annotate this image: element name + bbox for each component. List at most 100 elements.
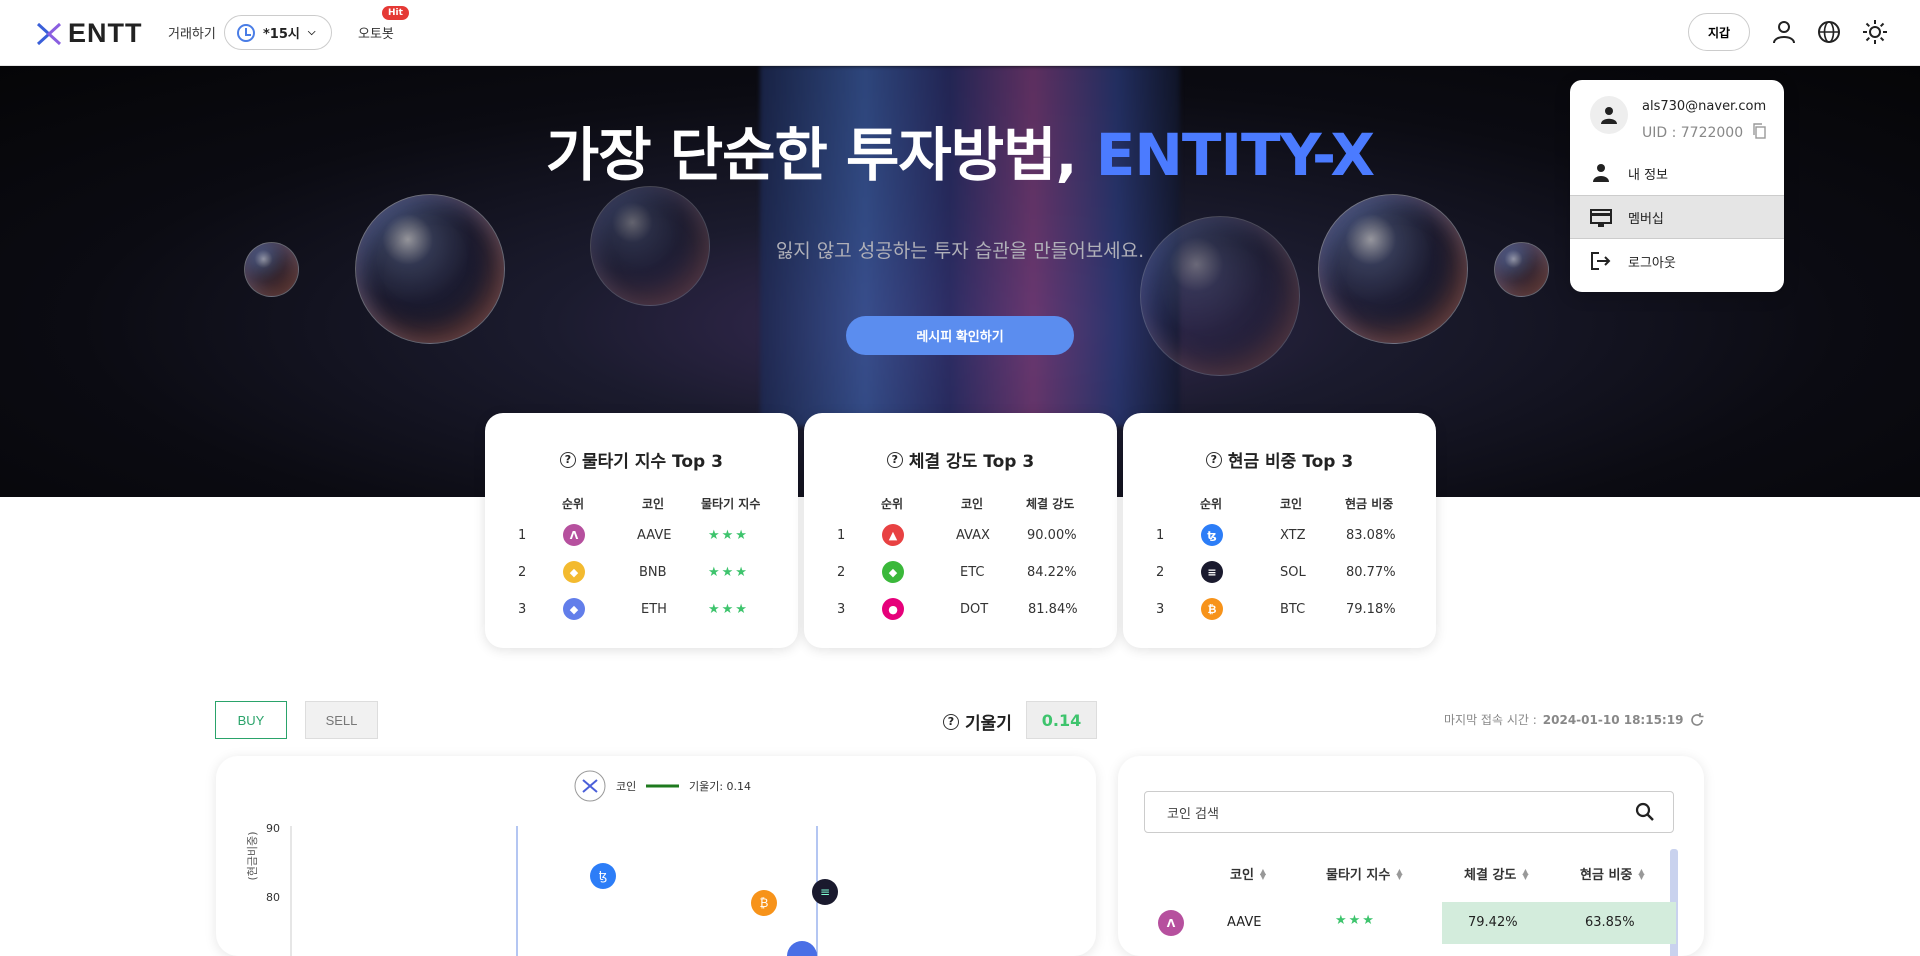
rank: 3 (518, 602, 527, 617)
btc-icon: ₿ (1201, 598, 1223, 620)
column-header-cash[interactable]: 현금 비중 ▲ ▼ (1580, 864, 1645, 883)
card-title-text: 현금 비중 Top 3 (1227, 452, 1354, 472)
svg-text:ꜩ: ꜩ (599, 869, 608, 883)
buy-button[interactable]: BUY (215, 701, 287, 739)
menu-item-label: 내 정보 (1628, 167, 1669, 183)
strength-value: 81.84% (1028, 602, 1078, 617)
table-row[interactable]: Λ AAVE ★★★ 79.42% 63.85% (1118, 902, 1676, 944)
top-navigation-bar: ENTT 거래하기 *15시 ⌵ 오토봇 Hit 지갑 (0, 0, 1920, 66)
rank: 3 (1156, 602, 1165, 617)
globe-icon[interactable] (1816, 19, 1842, 45)
list-item: 3 ₿ BTC 79.18% (1123, 598, 1436, 624)
column-header-label: 체결 강도 (1464, 868, 1517, 883)
wallet-button[interactable]: 지갑 (1688, 13, 1750, 51)
aave-icon: Λ (563, 524, 585, 546)
search-placeholder: 코인 검색 (1167, 806, 1219, 822)
last-access-label: 마지막 접속 시간 : (1444, 713, 1537, 727)
coin-name: SOL (1280, 565, 1306, 580)
rating-stars: ★★★ (708, 528, 749, 543)
sort-icon: ▲ ▼ (1396, 866, 1403, 881)
user-icon[interactable] (1771, 19, 1797, 45)
column-header-coin: 코인 (642, 497, 665, 511)
brand-logo[interactable]: ENTT (36, 18, 143, 49)
data-point-xtz[interactable]: ꜩ (590, 863, 616, 889)
rating-stars: ★★★ (1335, 913, 1376, 928)
last-access-time: 마지막 접속 시간 : 2024-01-10 18:15:19 (1444, 711, 1705, 728)
list-item: 1 ꜩ XTZ 83.08% (1123, 524, 1436, 550)
help-icon[interactable]: ? (943, 713, 959, 730)
list-item: 1 Λ AAVE ★★★ (485, 524, 798, 550)
coin-name: AAVE (637, 528, 672, 543)
nav-trade-link[interactable]: 거래하기 (168, 23, 216, 42)
rank: 3 (837, 602, 846, 617)
menu-item-membership[interactable]: 멤버십 (1570, 195, 1784, 239)
card-title-text: 물타기 지수 Top 3 (582, 452, 723, 472)
coin-name: XTZ (1280, 528, 1306, 543)
help-icon[interactable]: ? (886, 451, 903, 468)
column-header-coin: 코인 (1280, 497, 1303, 511)
nav-autobot-link[interactable]: 오토봇 (358, 23, 394, 42)
sort-icon: ▲ ▼ (1522, 866, 1529, 881)
refresh-icon[interactable] (1689, 712, 1705, 728)
y-tick-label: 90 (266, 822, 280, 835)
help-icon[interactable]: ? (560, 451, 576, 468)
column-header-strength[interactable]: 체결 강도 ▲ ▼ (1464, 864, 1529, 883)
card-title: ? 체결 강도 Top 3 (804, 447, 1117, 472)
search-icon[interactable] (1635, 802, 1655, 822)
column-header-label: 코인 (1230, 868, 1254, 883)
coin-name: BTC (1280, 602, 1306, 617)
sun-icon[interactable] (1862, 19, 1888, 45)
coin-name: ETC (960, 565, 985, 580)
avatar (1590, 96, 1628, 134)
copy-icon[interactable] (1752, 123, 1766, 139)
column-header-rank: 순위 (1200, 497, 1223, 511)
coin-name: DOT (960, 602, 989, 617)
menu-item-label: 로그아웃 (1628, 255, 1676, 271)
strength-value: 79.42% (1468, 915, 1518, 930)
help-icon[interactable]: ? (1205, 451, 1222, 468)
etc-icon: ◆ (882, 561, 904, 583)
legend-slope-label: 기울기: 0.14 (689, 780, 751, 793)
menu-item-logout[interactable]: 로그아웃 (1570, 239, 1784, 283)
menu-item-my-info[interactable]: 내 정보 (1570, 151, 1784, 195)
search-input[interactable]: 코인 검색 (1144, 791, 1674, 833)
recipe-button[interactable]: 레시피 확인하기 (846, 316, 1074, 355)
logout-icon (1591, 252, 1611, 270)
rank: 1 (518, 528, 527, 543)
person-icon (1593, 164, 1609, 182)
scatter-chart-panel: 코인 기울기: 0.14 (현금비중) 90 80 ꜩ ≡ ₿ (216, 756, 1096, 956)
menu-item-label: 멤버십 (1628, 211, 1664, 227)
svg-text:₿: ₿ (760, 896, 769, 910)
xtz-icon: ꜩ (1201, 524, 1223, 546)
chevron-down-icon: ⌵ (307, 27, 316, 38)
hero-title-main: 가장 단순한 투자방법, (545, 121, 1096, 189)
data-point-partial[interactable] (787, 941, 817, 956)
rank: 2 (1156, 565, 1165, 580)
time-selector[interactable]: *15시 ⌵ (224, 15, 332, 50)
svg-text:≡: ≡ (820, 885, 830, 899)
bubble-decoration (355, 194, 505, 344)
rank: 2 (518, 565, 527, 580)
column-header-water[interactable]: 물타기 지수 ▲ ▼ (1326, 864, 1402, 883)
last-access-value: 2024-01-10 18:15:19 (1542, 712, 1684, 727)
column-header-coin[interactable]: 코인 ▲ ▼ (1230, 864, 1266, 883)
aave-icon: Λ (1158, 910, 1184, 936)
user-uid: UID : 7722000 (1642, 123, 1766, 141)
coin-name: AAVE (1227, 915, 1262, 930)
rating-stars: ★★★ (708, 565, 749, 580)
card-title: ? 물타기 지수 Top 3 (485, 447, 798, 472)
hero-title-accent: ENTITY-X (1095, 121, 1375, 189)
sell-button[interactable]: SELL (305, 701, 378, 739)
cash-value: 80.77% (1346, 565, 1396, 580)
list-item: 2 ◆ ETC 84.22% (804, 561, 1117, 587)
list-item: 2 ◆ BNB ★★★ (485, 561, 798, 587)
data-point-btc[interactable]: ₿ (751, 890, 777, 916)
card-title: ? 현금 비중 Top 3 (1123, 447, 1436, 472)
list-item: 3 ● DOT 81.84% (804, 598, 1117, 624)
data-point-sol[interactable]: ≡ (812, 879, 838, 905)
coin-name: ETH (641, 602, 667, 617)
coin-name: BNB (639, 565, 667, 580)
column-header-value: 현금 비중 (1345, 497, 1394, 511)
coin-table-panel: 코인 검색 코인 ▲ ▼ 물타기 지수 ▲ ▼ 체결 강도 ▲ ▼ 현금 비중 ▲ ▼ … (1118, 756, 1704, 956)
column-header-rank: 순위 (881, 497, 904, 511)
